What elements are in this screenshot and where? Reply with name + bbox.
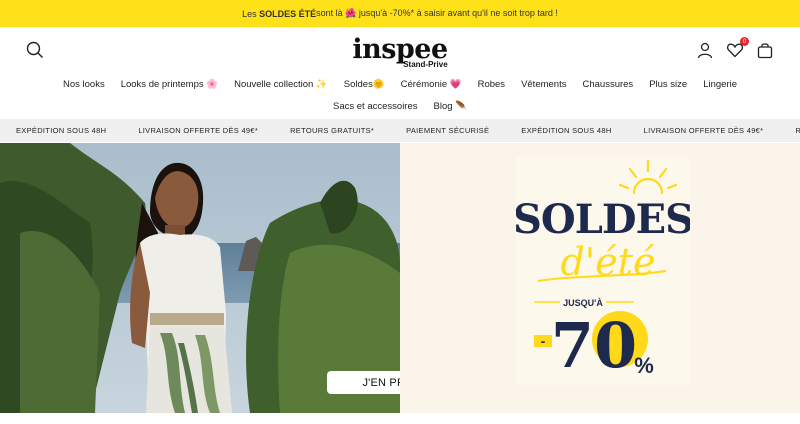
wishlist-count-badge: 0: [740, 37, 749, 46]
brand-name: inspee: [352, 33, 448, 65]
benefit-item: RETOURS GRATUITS*: [795, 126, 800, 135]
nav-item-chaussures[interactable]: Chaussures: [582, 74, 633, 96]
sale-poster-art: SOLDES d'été JUSQU'À - 70 %: [513, 159, 694, 382]
poster-big-number: 70: [551, 309, 637, 382]
main-nav: Nos looks Looks de printemps 🌸 Nouvelle …: [0, 74, 800, 118]
search-button[interactable]: [26, 41, 44, 64]
sale-panel[interactable]: SOLDES d'été JUSQU'À - 70 %: [400, 143, 800, 413]
sun-icon: [618, 159, 678, 195]
wishlist-button[interactable]: 0: [726, 37, 749, 59]
header-actions: 0: [696, 37, 774, 59]
poster-minus: -: [541, 333, 546, 349]
poster-percent: %: [634, 353, 654, 378]
jen-profite-button[interactable]: J'EN PROFITE: [327, 371, 400, 394]
benefit-item: LIVRAISON OFFERTE DÈS 49€*: [138, 126, 259, 135]
hero-banner: J'EN PROFITE SOLDES d'été JUSQU'À: [0, 143, 800, 413]
cart-button[interactable]: [756, 41, 774, 59]
benefit-item: RETOURS GRATUITS*: [290, 126, 375, 135]
site-header: inspee Stand-Prive 0: [0, 27, 800, 75]
benefit-item: LIVRAISON OFFERTE DÈS 49€*: [643, 126, 764, 135]
promo-text-bold: SOLDES ÉTÉ: [259, 8, 317, 19]
nav-item-nouvelle-collection[interactable]: Nouvelle collection ✨: [234, 74, 328, 96]
promo-text-pre: Les: [242, 8, 257, 19]
account-button[interactable]: [696, 41, 714, 59]
nav-item-robes[interactable]: Robes: [478, 74, 505, 96]
benefit-item: EXPÉDITION SOUS 48H: [521, 126, 612, 135]
poster-jusqua: JUSQU'À: [563, 298, 603, 308]
nav-item-lingerie[interactable]: Lingerie: [703, 74, 737, 96]
search-icon: [26, 41, 43, 58]
poster-title: SOLDES: [516, 196, 690, 243]
nav-item-vetements[interactable]: Vêtements: [521, 74, 566, 96]
nav-item-plus-size[interactable]: Plus size: [649, 74, 687, 96]
shopping-bag-icon: [757, 43, 773, 59]
promo-text-post: sont là 🌺 jusqu'à -70%* à saisir avant q…: [316, 8, 558, 18]
nav-item-sacs-accessoires[interactable]: Sacs et accessoires: [333, 96, 417, 118]
nav-item-ceremonie[interactable]: Cérémonie 💗: [401, 74, 462, 96]
benefit-item: EXPÉDITION SOUS 48H: [16, 126, 107, 135]
sale-poster: SOLDES d'été JUSQU'À - 70 %: [513, 157, 694, 385]
benefit-item: PAIEMENT SÉCURISÉ: [406, 126, 490, 135]
nav-item-looks-printemps[interactable]: Looks de printemps 🌸: [121, 74, 218, 96]
nav-item-blog[interactable]: Blog 🪶: [434, 96, 467, 118]
hero-photo[interactable]: J'EN PROFITE: [0, 143, 400, 413]
promo-banner: Les SOLDES ÉTÉ sont là 🌺 jusqu'à -70%* à…: [0, 0, 800, 27]
user-icon: [697, 42, 713, 59]
nav-item-nos-looks[interactable]: Nos looks: [63, 74, 105, 96]
brand-logo[interactable]: inspee Stand-Prive: [352, 33, 448, 69]
benefits-strip: EXPÉDITION SOUS 48H LIVRAISON OFFERTE DÈ…: [0, 119, 800, 142]
nav-item-soldes[interactable]: Soldes🌞: [344, 74, 385, 96]
